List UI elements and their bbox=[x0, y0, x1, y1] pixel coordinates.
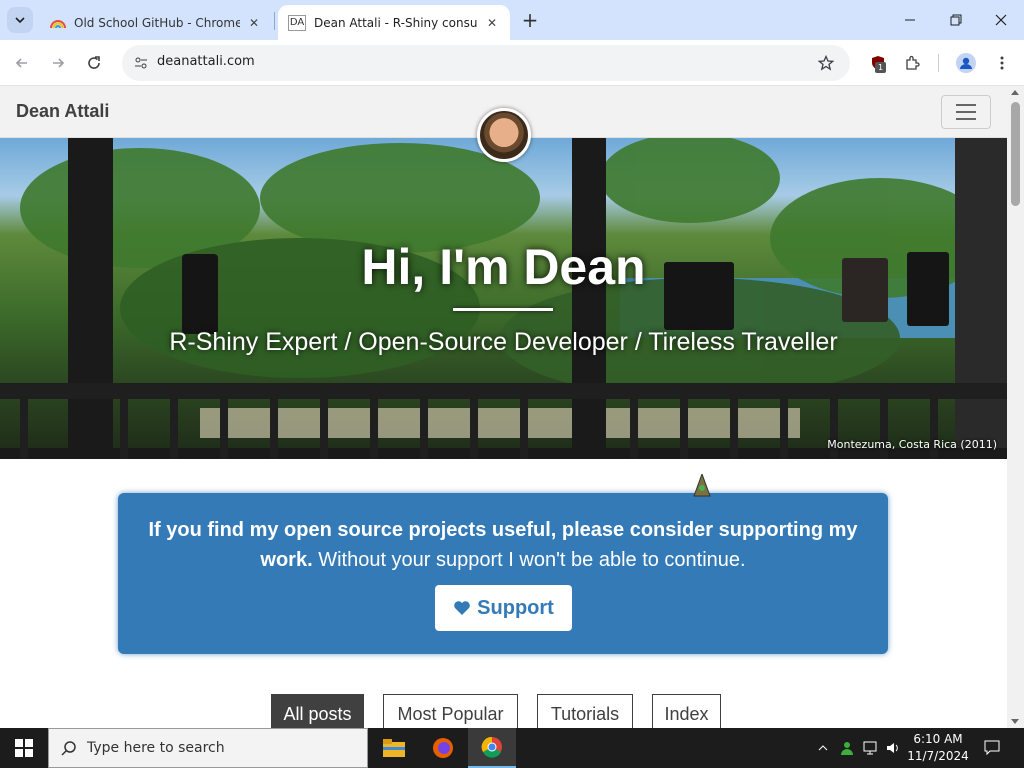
hero-title: Hi, I'm Dean bbox=[361, 239, 646, 295]
notification-center-icon[interactable] bbox=[980, 728, 1004, 768]
scrollbar-thumb[interactable] bbox=[1011, 102, 1020, 206]
hero-background-illustration bbox=[0, 138, 1007, 459]
file-explorer-icon[interactable] bbox=[370, 728, 418, 768]
taskbar-search-box[interactable]: Type here to search bbox=[48, 728, 368, 768]
tab-dean-attali[interactable]: DA Dean Attali - R-Shiny consultan ✕ bbox=[278, 5, 510, 40]
browser-toolbar: deanattali.com 1 bbox=[0, 40, 1024, 86]
nav-toggle-button[interactable] bbox=[941, 95, 991, 129]
kebab-menu-icon[interactable] bbox=[990, 51, 1014, 75]
tab-tutorials[interactable]: Tutorials bbox=[537, 694, 633, 728]
address-bar[interactable]: deanattali.com bbox=[122, 45, 850, 81]
tab-old-school-github[interactable]: Old School GitHub - Chrome W ✕ bbox=[40, 5, 272, 40]
heart-icon bbox=[454, 601, 470, 615]
reload-icon[interactable] bbox=[82, 51, 106, 75]
extension-badge: 1 bbox=[875, 62, 886, 73]
back-arrow-icon[interactable] bbox=[10, 51, 34, 75]
toolbar-divider bbox=[938, 54, 939, 72]
forward-arrow-icon[interactable] bbox=[46, 51, 70, 75]
clock-time: 6:10 AM bbox=[913, 732, 963, 746]
extensions-puzzle-icon[interactable] bbox=[900, 51, 924, 75]
tab-title: Dean Attali - R-Shiny consultan bbox=[314, 15, 478, 30]
ublock-extension-icon[interactable]: 1 bbox=[866, 51, 890, 75]
scroll-down-arrow-icon[interactable] bbox=[1011, 719, 1019, 724]
rainbow-favicon-icon bbox=[50, 15, 66, 31]
new-tab-plus-icon[interactable]: + bbox=[520, 10, 540, 30]
network-people-tray-icon[interactable] bbox=[836, 728, 858, 768]
hero-banner: Hi, I'm Dean R-Shiny Expert / Open-Sourc… bbox=[0, 138, 1007, 459]
hero-divider bbox=[453, 308, 553, 311]
support-callout: If you find my open source projects usef… bbox=[118, 493, 888, 654]
tab-search-button[interactable] bbox=[7, 7, 33, 33]
network-monitor-icon[interactable] bbox=[860, 728, 882, 768]
close-tab-icon[interactable]: ✕ bbox=[484, 15, 500, 31]
profile-avatar-icon[interactable] bbox=[954, 51, 978, 75]
show-hidden-icons-chevron-icon[interactable] bbox=[814, 728, 832, 768]
hamburger-line bbox=[956, 111, 976, 113]
hero-photo-caption: Montezuma, Costa Rica (2011) bbox=[827, 438, 997, 451]
search-icon bbox=[61, 741, 76, 756]
tab-all-posts[interactable]: All posts bbox=[271, 694, 364, 728]
hamburger-line bbox=[956, 104, 976, 106]
clock-date: 11/7/2024 bbox=[907, 749, 969, 763]
minimize-icon[interactable] bbox=[898, 8, 922, 32]
taskbar-search-placeholder: Type here to search bbox=[87, 740, 225, 756]
busy-cursor-icon bbox=[693, 474, 711, 497]
site-brand-link[interactable]: Dean Attali bbox=[16, 101, 109, 122]
tab-divider bbox=[274, 12, 275, 30]
windows-start-icon[interactable] bbox=[0, 728, 48, 768]
restore-icon[interactable] bbox=[944, 8, 968, 32]
profile-photo[interactable] bbox=[477, 108, 531, 162]
da-favicon-icon: DA bbox=[288, 14, 306, 31]
bookmark-star-icon[interactable] bbox=[814, 51, 838, 75]
support-button[interactable]: Support bbox=[435, 585, 572, 631]
scroll-up-arrow-icon[interactable] bbox=[1011, 90, 1019, 95]
windows-taskbar: Type here to search 6:10 AM 11/7/2024 bbox=[0, 728, 1024, 768]
support-button-label: Support bbox=[477, 596, 554, 619]
firefox-icon[interactable] bbox=[419, 728, 467, 768]
volume-speaker-icon[interactable] bbox=[884, 728, 904, 768]
tab-most-popular[interactable]: Most Popular bbox=[383, 694, 518, 728]
browser-tab-strip: Old School GitHub - Chrome W ✕ DA Dean A… bbox=[0, 0, 1024, 40]
page-viewport: Dean Attali Hi, I'm Dean R-Shiny Expert … bbox=[0, 86, 1007, 728]
tab-title: Old School GitHub - Chrome W bbox=[74, 15, 240, 30]
page-scrollbar[interactable] bbox=[1007, 86, 1024, 728]
tab-index[interactable]: Index bbox=[652, 694, 721, 728]
url-text: deanattali.com bbox=[157, 54, 255, 69]
support-regular-text: Without your support I won't be able to … bbox=[312, 549, 746, 571]
close-tab-icon[interactable]: ✕ bbox=[246, 15, 262, 31]
taskbar-clock[interactable]: 6:10 AM 11/7/2024 bbox=[906, 731, 970, 765]
hamburger-line bbox=[956, 118, 976, 120]
site-info-tune-icon[interactable] bbox=[130, 52, 152, 74]
chevron-down-icon bbox=[15, 17, 25, 24]
post-filter-tabs: All posts Most Popular Tutorials Index bbox=[0, 694, 1007, 728]
hero-subtitle: R-Shiny Expert / Open-Source Developer /… bbox=[169, 328, 838, 356]
close-window-icon[interactable] bbox=[989, 8, 1013, 32]
chrome-icon[interactable] bbox=[468, 728, 516, 768]
support-message: If you find my open source projects usef… bbox=[138, 515, 868, 575]
